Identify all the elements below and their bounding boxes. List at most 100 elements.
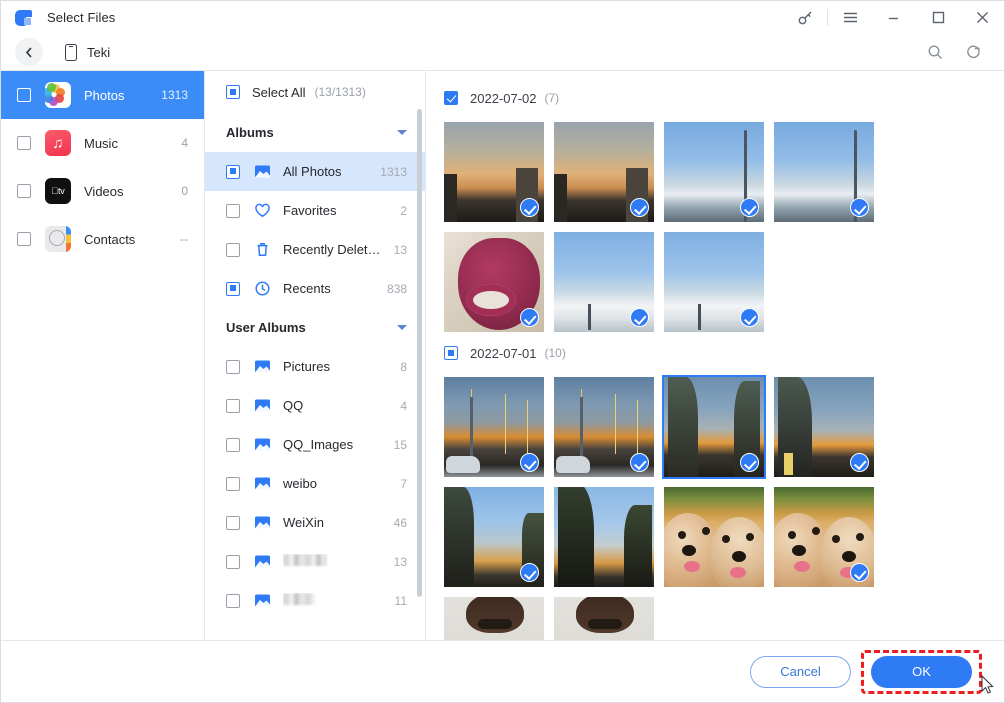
photo-thumbnail[interactable] [444,232,544,332]
photo-selected-check-icon[interactable] [850,453,869,472]
minimize-icon[interactable] [872,1,916,34]
album-image-icon [254,475,271,492]
photo-selected-check-icon[interactable] [520,308,539,327]
photo-grid-panel: 2022-07-02 (7) 2022-07-01 (10) [426,71,1004,640]
date-group-header[interactable]: 2022-07-01 (10) [444,342,1004,364]
cancel-button[interactable]: Cancel [750,656,851,688]
album-row[interactable]: 13 [205,542,425,581]
chevron-down-icon[interactable] [397,325,407,330]
sidebar-item-videos[interactable]: tv Videos 0 [1,167,204,215]
album-row[interactable]: QQ 4 [205,386,425,425]
album-count: 13 [394,243,407,257]
album-row[interactable]: weibo 7 [205,464,425,503]
hamburger-menu-icon[interactable] [828,1,872,34]
album-row[interactable]: Recents 838 [205,269,425,308]
photo-selected-check-icon[interactable] [520,563,539,582]
thumbnail-row [444,377,1004,477]
apple-contacts-icon [45,226,71,252]
sidebar-checkbox-contacts[interactable] [17,232,31,246]
album-checkbox[interactable] [226,477,240,491]
date-group-checkbox[interactable] [444,346,458,360]
photo-selected-check-icon[interactable] [630,453,649,472]
album-checkbox[interactable] [226,438,240,452]
album-group-header-user-albums[interactable]: User Albums [205,308,425,347]
photo-selected-check-icon[interactable] [630,198,649,217]
album-row[interactable]: 11 [205,581,425,620]
photo-thumbnail[interactable] [444,487,544,587]
select-all-checkbox[interactable] [226,85,240,99]
sidebar-item-music[interactable]: Music 4 [1,119,204,167]
album-checkbox[interactable] [226,516,240,530]
photo-thumbnail[interactable] [444,377,544,477]
album-row[interactable]: Favorites 2 [205,191,425,230]
photo-thumbnail[interactable] [554,232,654,332]
sidebar-item-label: Music [84,136,181,151]
album-row[interactable]: Pictures 8 [205,347,425,386]
photo-selected-check-icon[interactable] [740,308,759,327]
album-row[interactable]: WeiXin 46 [205,503,425,542]
photo-thumbnail[interactable] [774,377,874,477]
album-checkbox[interactable] [226,360,240,374]
sidebar-item-count: 1313 [161,88,188,102]
photo-selected-check-icon[interactable] [520,453,539,472]
photo-thumbnail[interactable] [554,122,654,222]
date-group-header[interactable]: 2022-07-02 (7) [444,87,1004,109]
window-controls [783,1,1004,34]
album-checkbox[interactable] [226,204,240,218]
photo-thumbnail[interactable] [664,377,764,477]
album-checkbox[interactable] [226,243,240,257]
date-group-checkbox[interactable] [444,91,458,105]
photo-thumbnail[interactable] [444,122,544,222]
sidebar-checkbox-videos[interactable] [17,184,31,198]
back-chevron-icon[interactable] [15,38,43,66]
breadcrumb: Teki [1,34,1004,70]
search-icon[interactable] [916,34,954,70]
album-row[interactable]: All Photos 1313 [205,152,425,191]
photo-thumbnail[interactable] [554,487,654,587]
photo-thumbnail[interactable] [554,597,654,640]
album-name: weibo [283,476,400,491]
photo-thumbnail[interactable] [664,487,764,587]
album-image-icon [254,514,271,531]
main-body: Photos 1313 Music 4 tv Videos 0 Contact… [1,70,1004,640]
album-name [283,554,394,569]
maximize-icon[interactable] [916,1,960,34]
apple-photos-icon [45,82,71,108]
photo-selected-check-icon[interactable] [850,198,869,217]
photo-thumbnail[interactable] [664,122,764,222]
album-name: WeiXin [283,515,394,530]
photo-thumbnail[interactable] [774,122,874,222]
album-row[interactable]: QQ_Images 15 [205,425,425,464]
apple-tv-icon: tv [45,178,71,204]
photo-thumbnail[interactable] [774,487,874,587]
album-checkbox[interactable] [226,399,240,413]
album-checkbox[interactable] [226,165,240,179]
photo-thumbnail[interactable] [554,377,654,477]
ok-button[interactable]: OK [871,656,972,688]
album-count: 15 [394,438,407,452]
sidebar-item-photos[interactable]: Photos 1313 [1,71,204,119]
close-icon[interactable] [960,1,1004,34]
photo-selected-check-icon[interactable] [630,308,649,327]
albums-scrollbar[interactable] [417,109,422,597]
photo-selected-check-icon[interactable] [740,198,759,217]
album-row[interactable]: Recently Delet… 13 [205,230,425,269]
photo-thumbnail[interactable] [664,232,764,332]
photo-selected-check-icon[interactable] [740,453,759,472]
album-checkbox[interactable] [226,594,240,608]
album-name: Recents [283,281,387,296]
select-all-row[interactable]: Select All (13/1313) [205,71,425,113]
sidebar-checkbox-photos[interactable] [17,88,31,102]
photo-selected-check-icon[interactable] [850,563,869,582]
chevron-down-icon[interactable] [397,130,407,135]
photo-selected-check-icon[interactable] [520,198,539,217]
photo-thumbnail[interactable] [444,597,544,640]
sidebar-item-contacts[interactable]: Contacts -- [1,215,204,263]
sidebar-checkbox-music[interactable] [17,136,31,150]
album-group-header-albums[interactable]: Albums [205,113,425,152]
key-icon[interactable] [783,1,827,34]
thumbnail-row [444,232,1004,332]
album-checkbox[interactable] [226,555,240,569]
refresh-icon[interactable] [954,34,992,70]
album-checkbox[interactable] [226,282,240,296]
